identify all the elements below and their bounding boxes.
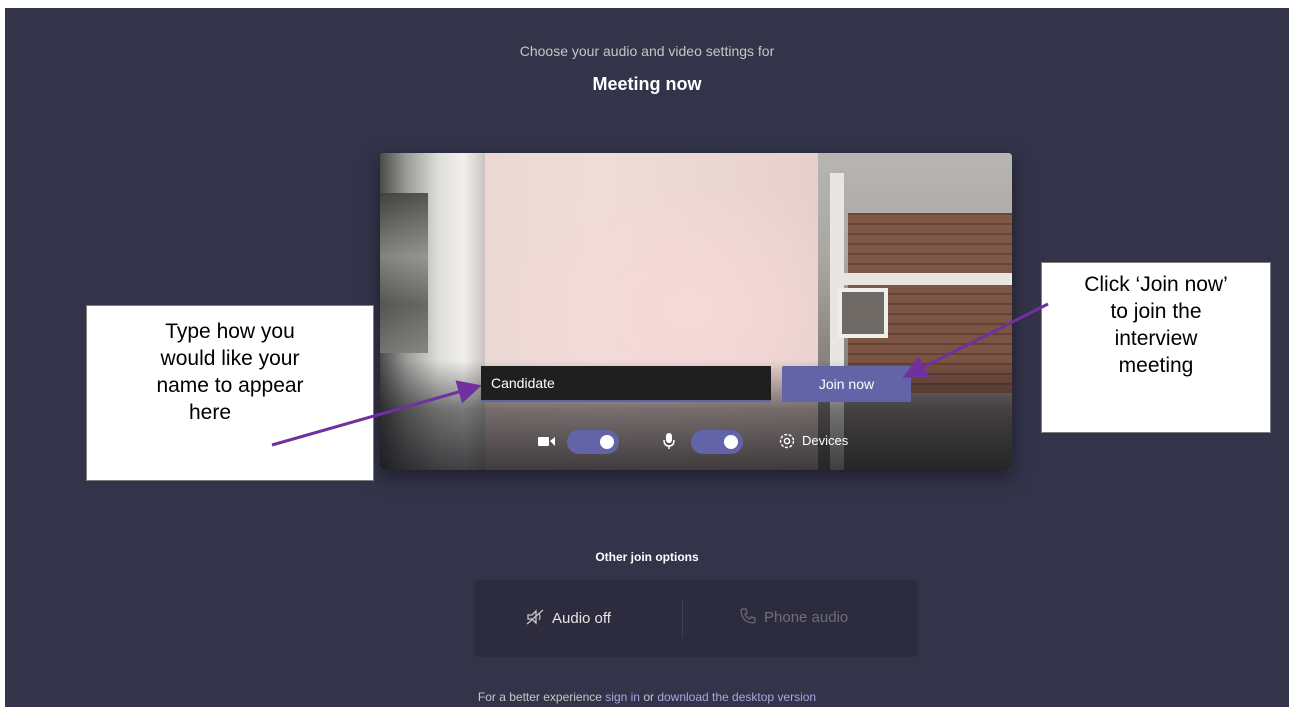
video-preview: Join now Devices <box>380 153 1012 470</box>
video-window-frame <box>830 273 1012 285</box>
sign-in-link[interactable]: sign in <box>605 690 640 704</box>
phone-audio-option[interactable]: Phone audio <box>740 608 848 628</box>
meeting-title: Meeting now <box>592 74 702 94</box>
footer-prefix: For a better experience <box>477 690 606 704</box>
prejoin-subtitle: Choose your audio and video settings for <box>519 43 775 59</box>
speaker-off-icon <box>526 608 546 630</box>
annotation-line: to join the <box>1110 300 1202 323</box>
other-join-options-heading: Other join options <box>595 550 699 564</box>
gear-icon[interactable] <box>777 431 797 456</box>
annotation-line: would like your <box>160 347 300 370</box>
name-annotation: Type how you would like your name to app… <box>86 305 374 481</box>
video-plant <box>380 193 428 353</box>
camera-icon <box>537 432 557 455</box>
join-now-button[interactable]: Join now <box>782 366 911 402</box>
annotation-line: meeting <box>1118 354 1194 377</box>
audio-off-label: Audio off <box>552 609 611 627</box>
options-divider <box>682 600 683 638</box>
phone-icon <box>740 608 756 628</box>
video-small-window <box>838 288 888 338</box>
phone-audio-label: Phone audio <box>764 608 849 626</box>
footer-middle: or <box>639 690 658 704</box>
join-annotation: Click ‘Join now’ to join the interview m… <box>1041 262 1271 433</box>
annotation-line: Click ‘Join now’ <box>1084 273 1228 296</box>
annotation-line: interview <box>1114 327 1198 350</box>
devices-button[interactable]: Devices <box>802 433 848 448</box>
annotation-line: name to appear <box>156 374 304 397</box>
annotation-line: Type how you <box>165 320 295 343</box>
microphone-toggle[interactable] <box>691 430 743 454</box>
other-join-options: Audio off Phone audio <box>474 580 918 657</box>
download-desktop-link[interactable]: download the desktop version <box>657 690 816 704</box>
camera-toggle[interactable] <box>567 430 619 454</box>
media-controls: Devices <box>380 428 1012 454</box>
name-input[interactable] <box>481 366 771 402</box>
audio-off-option[interactable]: Audio off <box>526 608 611 630</box>
microphone-icon <box>662 432 676 455</box>
annotation-line: here <box>188 401 232 424</box>
footer-text: For a better experience sign in or downl… <box>5 690 1289 704</box>
